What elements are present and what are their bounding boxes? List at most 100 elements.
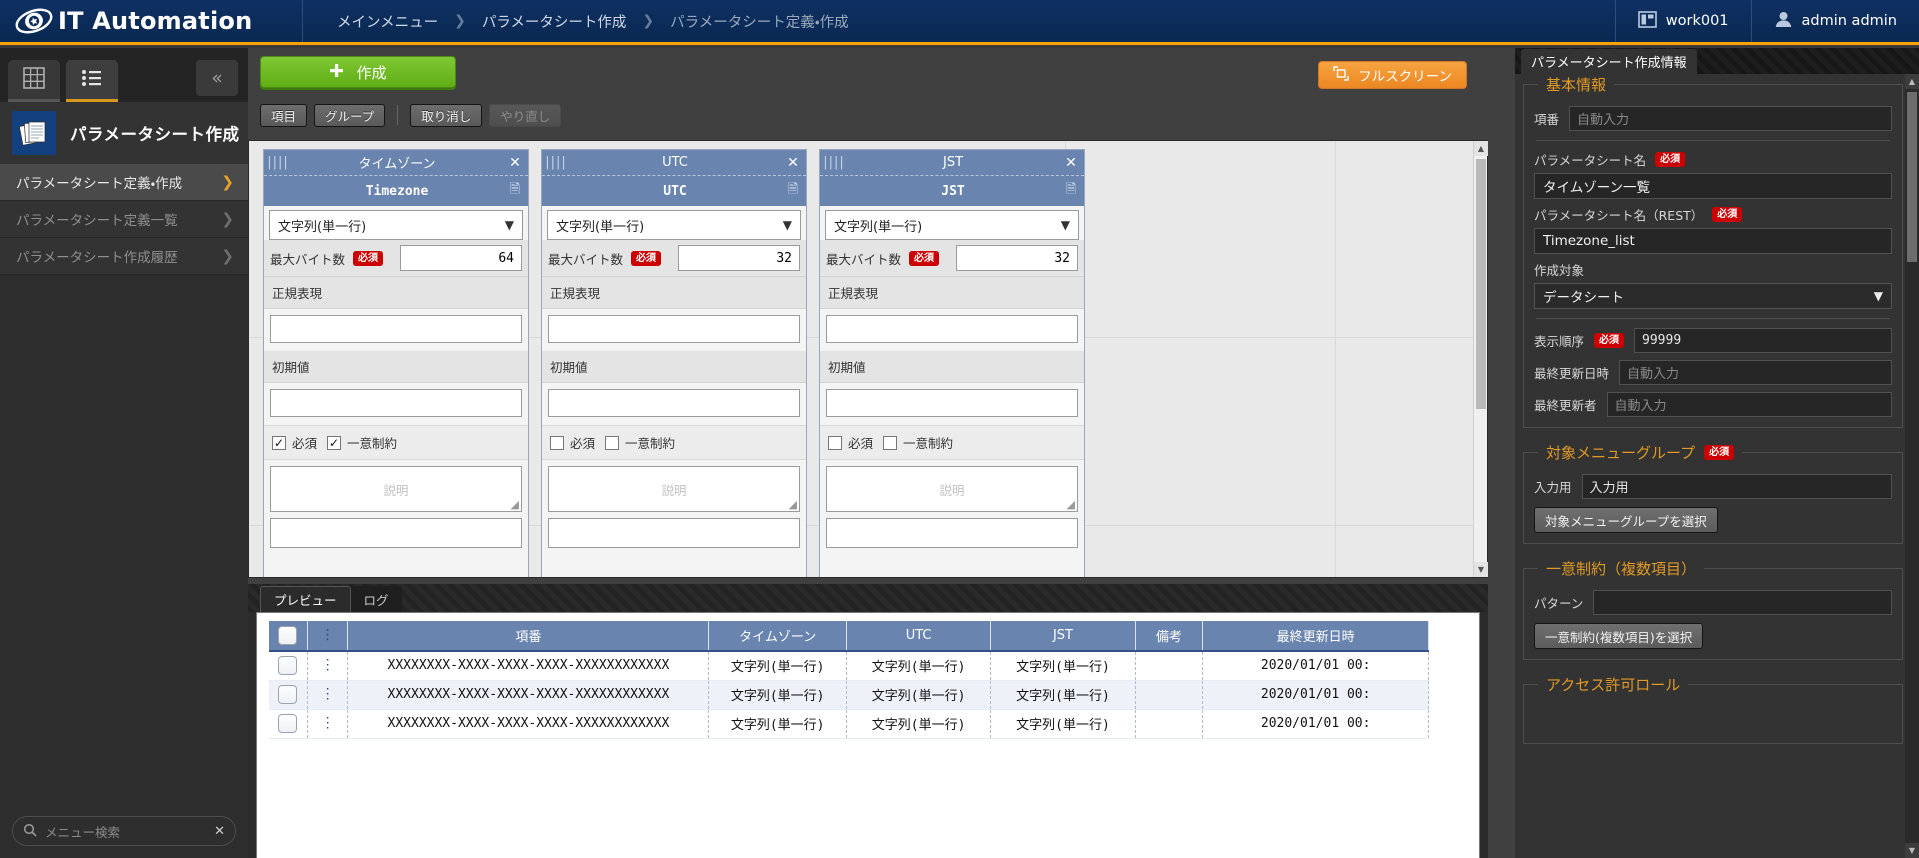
description-textarea[interactable]: 説明 ◢	[826, 466, 1078, 512]
column-header-jst[interactable]: JST	[991, 621, 1135, 651]
display-order-input[interactable]: 99999	[1634, 328, 1892, 353]
copy-icon[interactable]: 🗎	[780, 180, 806, 202]
table-row[interactable]: ⋮ XXXXXXXX-XXXX-XXXX-XXXX-XXXXXXXXXXXX 文…	[269, 651, 1429, 680]
unique-checkbox[interactable]: 一意制約	[883, 433, 953, 452]
breadcrumb-item-1[interactable]: メインメニュー	[331, 11, 444, 32]
kebab-menu-icon[interactable]: ⋮	[321, 627, 335, 643]
resize-handle-icon[interactable]: ◢	[789, 498, 797, 511]
user-menu-button[interactable]: admin admin	[1751, 0, 1919, 42]
add-group-button[interactable]: グループ	[314, 104, 385, 127]
sidebar-item-sheet-create-history[interactable]: パラメータシート作成履歴 ❯	[0, 238, 248, 275]
pattern-input[interactable]	[1593, 590, 1892, 615]
row-menu-cell[interactable]: ⋮	[307, 651, 348, 680]
menu-search-box[interactable]: メニュー検索 ✕	[12, 816, 236, 846]
field-card-header[interactable]: |||| タイムゾーン ✕	[264, 150, 528, 176]
drag-handle-icon[interactable]: ||||	[264, 150, 292, 176]
field-card-header[interactable]: |||| JST ✕	[820, 150, 1084, 176]
row-select-cell[interactable]	[269, 709, 307, 738]
scroll-up-icon[interactable]: ▲	[1474, 141, 1488, 156]
default-value-input[interactable]	[270, 389, 522, 417]
scroll-down-icon[interactable]: ▼	[1905, 843, 1919, 858]
field-card[interactable]: |||| UTC ✕ UTC 🗎 文字列(単一行) ▼ 最大バイト数	[541, 149, 807, 577]
kebab-menu-icon[interactable]: ⋮	[321, 657, 335, 673]
description-textarea[interactable]: 説明 ◢	[270, 466, 522, 512]
canvas-vertical-scrollbar[interactable]: ▲ ▼	[1473, 141, 1487, 577]
row-checkbox[interactable]	[278, 685, 297, 704]
table-row[interactable]: ⋮ XXXXXXXX-XXXX-XXXX-XXXX-XXXXXXXXXXXX 文…	[269, 680, 1429, 709]
undo-button[interactable]: 取り消し	[410, 104, 482, 127]
workspace-button[interactable]: work001	[1615, 0, 1751, 42]
unique-checkbox[interactable]: 一意制約	[605, 433, 675, 452]
select-menu-group-button[interactable]: 対象メニューグループを選択	[1534, 507, 1718, 533]
extra-input[interactable]	[270, 518, 522, 548]
kebab-menu-icon[interactable]: ⋮	[321, 715, 335, 731]
extra-input[interactable]	[826, 518, 1078, 548]
select-unique-constraint-button[interactable]: 一意制約(複数項目)を選択	[1534, 623, 1703, 649]
drag-handle-icon[interactable]: ||||	[542, 150, 570, 176]
description-textarea[interactable]: 説明 ◢	[548, 466, 800, 512]
sheet-name-input[interactable]: タイムゾーン一覧	[1534, 173, 1892, 199]
max-bytes-input[interactable]: 32	[956, 245, 1078, 271]
regex-input[interactable]	[826, 315, 1078, 343]
tab-log[interactable]: ログ	[351, 586, 402, 612]
create-button[interactable]: 作成	[260, 56, 456, 88]
sheet-info-scrollbar[interactable]: ▲ ▼	[1905, 74, 1919, 858]
field-card-header[interactable]: |||| UTC ✕	[542, 150, 806, 176]
copy-icon[interactable]: 🗎	[1058, 180, 1084, 202]
default-value-input[interactable]	[548, 389, 800, 417]
column-header-timezone[interactable]: タイムゾーン	[709, 621, 847, 651]
fullscreen-button[interactable]: フルスクリーン	[1318, 61, 1467, 89]
max-bytes-input[interactable]: 32	[678, 245, 800, 271]
regex-input[interactable]	[548, 315, 800, 343]
scroll-down-icon[interactable]: ▼	[1474, 562, 1488, 577]
row-menu-cell[interactable]: ⋮	[307, 680, 348, 709]
extra-input[interactable]	[548, 518, 800, 548]
copy-icon[interactable]: 🗎	[502, 180, 528, 202]
select-all-header[interactable]	[269, 621, 307, 651]
column-header-no[interactable]: 項番	[348, 621, 709, 651]
add-item-button[interactable]: 項目	[260, 104, 307, 127]
column-header-note[interactable]: 備考	[1135, 621, 1203, 651]
field-type-select[interactable]: 文字列(単一行) ▼	[269, 210, 523, 240]
column-header-updated-at[interactable]: 最終更新日時	[1203, 621, 1429, 651]
target-select[interactable]: データシート ▼	[1534, 283, 1892, 309]
tab-preview[interactable]: プレビュー	[260, 586, 351, 612]
close-icon[interactable]: ✕	[214, 824, 225, 839]
sidebar-tab-list-view[interactable]	[66, 60, 118, 102]
kebab-menu-icon[interactable]: ⋮	[321, 686, 335, 702]
close-icon[interactable]: ✕	[1058, 155, 1084, 171]
sidebar-tab-grid-view[interactable]	[8, 60, 60, 102]
select-all-checkbox[interactable]	[278, 626, 297, 645]
field-type-select[interactable]: 文字列(単一行) ▼	[547, 210, 801, 240]
sidebar-item-sheet-definition-create[interactable]: パラメータシート定義・作成 ❯	[0, 164, 248, 201]
sidebar-item-sheet-definition-list[interactable]: パラメータシート定義一覧 ❯	[0, 201, 248, 238]
drag-handle-icon[interactable]: ||||	[820, 150, 848, 176]
resize-handle-icon[interactable]: ◢	[511, 498, 519, 511]
row-checkbox[interactable]	[278, 656, 297, 675]
row-select-cell[interactable]	[269, 680, 307, 709]
required-checkbox[interactable]: 必須	[550, 433, 595, 452]
default-value-input[interactable]	[826, 389, 1078, 417]
column-header-utc[interactable]: UTC	[846, 621, 990, 651]
menu-group-input[interactable]: 入力用	[1582, 474, 1892, 499]
row-checkbox[interactable]	[278, 714, 297, 733]
tab-sheet-create-info[interactable]: パラメータシート作成情報	[1521, 49, 1697, 74]
required-checkbox[interactable]: 必須	[828, 433, 873, 452]
max-bytes-input[interactable]: 64	[400, 245, 522, 271]
scroll-thumb[interactable]	[1907, 92, 1917, 262]
close-icon[interactable]: ✕	[502, 155, 528, 171]
row-select-cell[interactable]	[269, 651, 307, 680]
required-checkbox[interactable]: ✓ 必須	[272, 433, 317, 452]
close-icon[interactable]: ✕	[780, 155, 806, 171]
table-row[interactable]: ⋮ XXXXXXXX-XXXX-XXXX-XXXX-XXXXXXXXXXXX 文…	[269, 709, 1429, 738]
unique-checkbox[interactable]: ✓ 一意制約	[327, 433, 397, 452]
row-menu-cell[interactable]: ⋮	[307, 709, 348, 738]
field-type-select[interactable]: 文字列(単一行) ▼	[825, 210, 1079, 240]
sidebar-collapse-button[interactable]: «	[196, 60, 238, 96]
regex-input[interactable]	[270, 315, 522, 343]
breadcrumb-item-2[interactable]: パラメータシート作成	[476, 11, 633, 32]
menu-search-input[interactable]: メニュー検索	[45, 822, 206, 841]
scroll-thumb[interactable]	[1476, 159, 1486, 409]
resize-handle-icon[interactable]: ◢	[1067, 498, 1075, 511]
sheet-name-rest-input[interactable]: Timezone_list	[1534, 228, 1892, 254]
